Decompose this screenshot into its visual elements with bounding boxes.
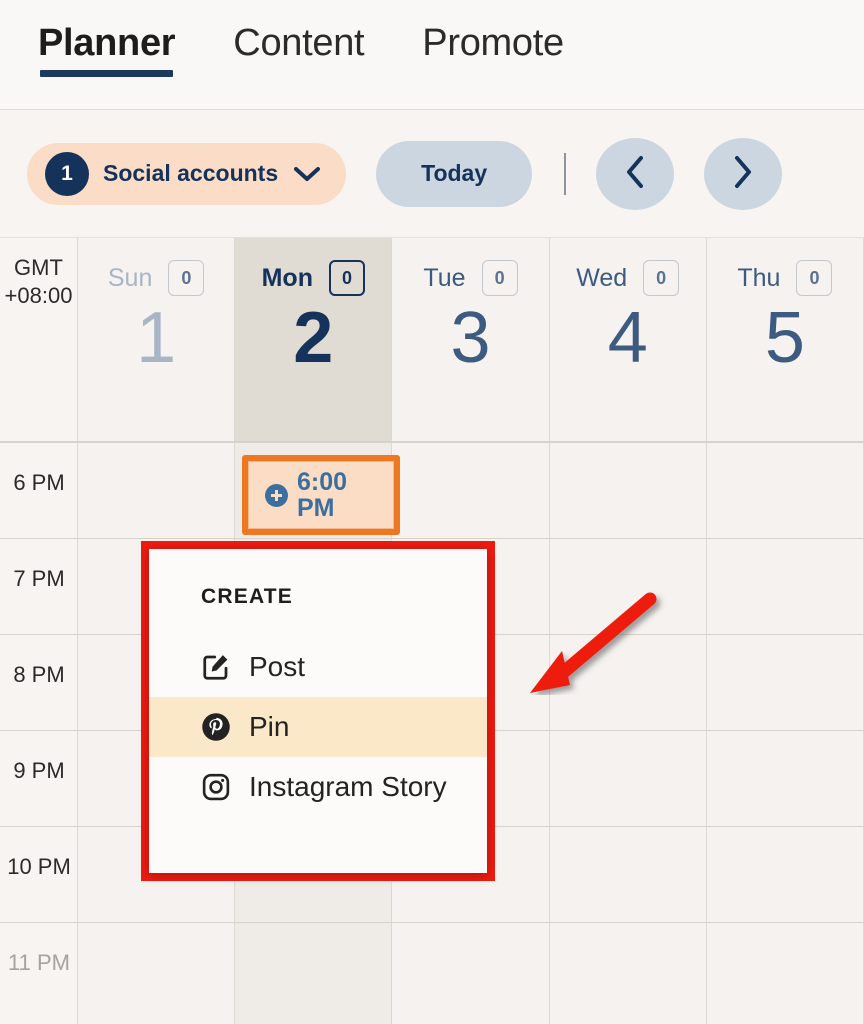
menu-item-instagram-story[interactable]: Instagram Story — [149, 757, 487, 817]
calendar-day-header: GMT +08:00 Sun 0 1 Mon 0 2 Tue 0 3 Wed 0… — [0, 238, 864, 442]
social-accounts-count: 1 — [61, 161, 73, 185]
day-name-mon: Mon — [261, 263, 313, 292]
planner-app: Planner Content Promote 1 Social account… — [0, 0, 864, 1024]
compose-post-icon — [201, 652, 231, 682]
create-time-slot-inner: 6:00 PM — [248, 461, 394, 529]
timezone-offset: +08:00 — [4, 282, 73, 308]
timezone-gmt: GMT — [14, 255, 63, 280]
day-count-tue: 0 — [481, 260, 518, 296]
hour-label-7pm: 7 PM — [13, 566, 65, 591]
tab-planner[interactable]: Planner — [38, 22, 176, 77]
create-menu-title: CREATE — [201, 585, 293, 608]
hour-label-11pm: 11 PM — [8, 950, 70, 975]
day-count-wed: 0 — [643, 260, 680, 296]
menu-item-post-label: Post — [249, 651, 306, 682]
day-header-wed[interactable]: Wed 0 4 — [549, 238, 707, 441]
today-button[interactable]: Today — [376, 140, 533, 207]
day-number-tue: 3 — [450, 298, 491, 378]
instagram-icon — [201, 772, 231, 802]
hour-label-10pm: 10 PM — [7, 854, 71, 879]
chevron-down-icon — [294, 166, 321, 182]
event-time-label: 6:00 PM — [297, 469, 347, 522]
day-header-thu[interactable]: Thu 0 5 — [706, 238, 864, 441]
pinterest-icon — [201, 712, 231, 742]
social-accounts-label: Social accounts — [103, 160, 279, 186]
planner-toolbar: 1 Social accounts Today — [0, 110, 864, 238]
day-number-wed: 4 — [607, 298, 648, 378]
hour-label-8pm: 8 PM — [13, 662, 65, 687]
day-name-sun: Sun — [107, 263, 153, 292]
toolbar-divider — [564, 152, 567, 195]
menu-item-instagram-story-label: Instagram Story — [249, 771, 447, 802]
social-accounts-count-badge: 1 — [45, 151, 89, 196]
day-column-thu[interactable] — [706, 442, 864, 1024]
chevron-right-icon — [732, 155, 754, 192]
create-menu-popup: CREATE Post Pin Instagram Story — [149, 549, 487, 873]
hour-line — [0, 442, 864, 443]
chevron-left-icon — [624, 155, 646, 192]
tab-content[interactable]: Content — [233, 22, 364, 77]
hour-label-9pm: 9 PM — [13, 758, 65, 783]
tab-promote[interactable]: Promote — [422, 22, 564, 77]
day-name-wed: Wed — [576, 263, 628, 292]
day-header-top-sun: Sun 0 — [107, 260, 205, 296]
main-tab-bar: Planner Content Promote — [0, 0, 864, 110]
day-number-thu: 5 — [764, 298, 805, 378]
day-header-top-mon: Mon 0 — [262, 260, 365, 296]
day-count-mon: 0 — [328, 260, 365, 296]
day-count-sun: 0 — [168, 260, 205, 296]
menu-item-post[interactable]: Post — [149, 637, 487, 697]
tab-active-underline — [40, 70, 174, 77]
day-header-top-wed: Wed 0 — [576, 260, 680, 296]
hour-gutter — [0, 442, 78, 1024]
tab-content-label: Content — [233, 22, 365, 64]
event-time-hour: 6:00 — [297, 467, 348, 496]
plus-circle-icon — [265, 483, 288, 507]
social-accounts-selector[interactable]: 1 Social accounts — [27, 142, 347, 205]
day-header-sun[interactable]: Sun 0 1 — [78, 238, 236, 441]
day-name-tue: Tue — [423, 263, 466, 292]
hour-line — [0, 538, 864, 539]
today-button-label: Today — [421, 160, 488, 186]
hour-line — [0, 922, 864, 923]
day-column-wed[interactable] — [549, 442, 707, 1024]
timezone-label: GMT +08:00 — [0, 238, 78, 441]
day-number-sun: 1 — [136, 298, 177, 378]
day-header-mon[interactable]: Mon 0 2 — [235, 238, 393, 441]
previous-week-button[interactable] — [596, 137, 675, 210]
day-header-top-tue: Tue 0 — [423, 260, 518, 296]
day-number-mon: 2 — [293, 298, 334, 378]
red-arrow-annotation — [530, 592, 657, 693]
next-week-button[interactable] — [704, 137, 783, 210]
hour-label-6pm: 6 PM — [13, 470, 65, 495]
day-header-top-thu: Thu 0 — [737, 260, 833, 296]
day-name-thu: Thu — [737, 263, 781, 292]
day-count-thu: 0 — [796, 260, 833, 296]
menu-item-pin-label: Pin — [249, 711, 290, 742]
event-time-meridiem: PM — [297, 494, 335, 522]
tab-promote-label: Promote — [422, 22, 564, 64]
tab-planner-label: Planner — [38, 22, 176, 64]
create-time-slot-6pm[interactable]: 6:00 PM — [242, 455, 400, 535]
menu-item-pin[interactable]: Pin — [149, 697, 487, 757]
day-header-tue[interactable]: Tue 0 3 — [392, 238, 550, 441]
